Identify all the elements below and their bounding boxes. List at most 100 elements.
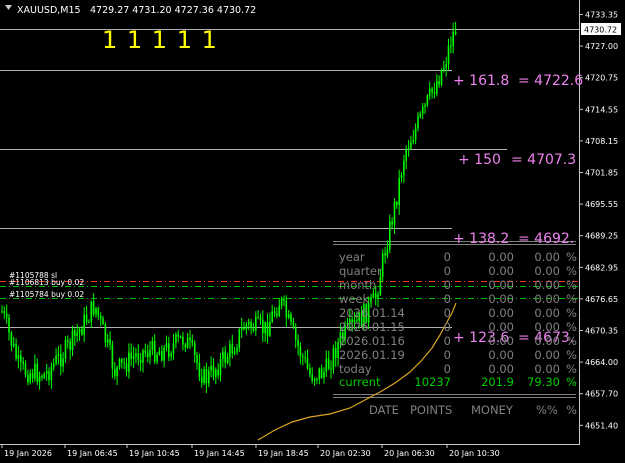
- candle-body: [393, 202, 396, 225]
- candle-body: [283, 298, 285, 301]
- candle-body: [452, 31, 454, 46]
- candle-body: [259, 317, 262, 320]
- candle-body: [191, 340, 194, 344]
- stats-row-count: 0: [444, 334, 451, 348]
- stats-row-count: 0: [444, 362, 451, 376]
- fib-value-150: = 4707.3: [511, 152, 576, 168]
- candle-body: [320, 368, 323, 378]
- candle-body: [377, 294, 379, 299]
- candle-body: [447, 45, 450, 65]
- candle-body: [43, 373, 46, 378]
- time-tick-label: 19 Jan 2026: [4, 449, 52, 458]
- price-tick-label: 4701.85: [585, 169, 618, 178]
- candle-body: [203, 369, 205, 383]
- stats-row-points: 0.00: [488, 250, 514, 264]
- candle-body: [114, 368, 116, 377]
- candle-body: [62, 358, 64, 367]
- candle-body: [436, 81, 438, 94]
- order-label-buy-2[interactable]: #1105784 buy 0.02: [9, 290, 84, 299]
- candle-body: [438, 81, 440, 85]
- order-label-buy-1[interactable]: #1106813 buy 0.02: [9, 278, 84, 287]
- candle-body: [130, 352, 132, 359]
- candle-body: [424, 104, 426, 107]
- candle-body: [139, 359, 142, 363]
- candle-body: [146, 352, 149, 357]
- candle-body: [149, 350, 151, 357]
- candle-body: [231, 344, 234, 354]
- candle-body: [396, 202, 398, 205]
- candle-body: [170, 353, 172, 357]
- stats-row-pct: 0.00: [534, 306, 560, 320]
- candle-body: [123, 362, 125, 364]
- candle-body: [111, 344, 114, 369]
- stats-row-unit: %: [566, 264, 577, 278]
- indicator-label: 1 1 1 1 1: [102, 26, 218, 54]
- candle-body: [163, 347, 165, 361]
- candle-body: [247, 321, 250, 325]
- candle-body: [193, 343, 196, 355]
- candle-body: [198, 363, 201, 377]
- stats-row-unit: %: [566, 306, 577, 320]
- stats-row-unit: %: [566, 320, 577, 334]
- candle-body: [255, 316, 257, 331]
- candle-body: [271, 311, 273, 322]
- candle-body: [233, 351, 236, 354]
- stats-current-label: current: [339, 375, 381, 389]
- candle-body: [224, 351, 226, 363]
- candle-body: [151, 341, 154, 350]
- candle-body: [92, 301, 95, 315]
- candle-body: [252, 328, 255, 331]
- stats-row-points: 0.00: [488, 306, 514, 320]
- time-tick-label: 20 Jan 10:30: [449, 449, 500, 458]
- candle-body: [433, 92, 436, 94]
- price-tick-label: 4733.35: [585, 11, 618, 20]
- stats-row-count: 0: [444, 306, 451, 320]
- stats-row-points: 0.00: [488, 362, 514, 376]
- candle-body: [304, 357, 306, 359]
- candle-body: [97, 308, 100, 316]
- stats-row-label: today: [339, 362, 372, 376]
- candle-body: [222, 351, 224, 359]
- candle-body: [45, 371, 48, 374]
- candle-body: [250, 321, 252, 328]
- stats-row-unit: %: [566, 362, 577, 376]
- candle-body: [316, 379, 318, 381]
- candle-body: [55, 355, 57, 364]
- stats-row-label: quarter: [339, 264, 382, 278]
- candle-body: [210, 365, 212, 371]
- candle-body: [325, 358, 328, 373]
- current-price-label: 4730.72: [584, 26, 617, 35]
- candle-body: [69, 341, 71, 350]
- time-tick-label: 20 Jan 06:30: [384, 449, 435, 458]
- time-tick-label: 19 Jan 06:45: [67, 449, 118, 458]
- candle-body: [215, 369, 217, 377]
- candle-body: [74, 330, 76, 336]
- stats-row-label: week: [339, 292, 370, 306]
- price-chart[interactable]: XAUUSD,M15 4729.27 4731.20 4727.36 4730.…: [0, 0, 625, 463]
- candle-body: [334, 348, 337, 359]
- candle-body: [398, 178, 400, 205]
- candle-body: [121, 359, 123, 363]
- candle-body: [186, 337, 189, 348]
- candle-body: [229, 344, 231, 358]
- candle-body: [327, 358, 330, 369]
- time-tick-label: 19 Jan 14:45: [194, 449, 245, 458]
- price-tick-label: 4676.65: [585, 295, 618, 304]
- candle-body: [3, 311, 6, 314]
- candle-body: [17, 355, 20, 359]
- stats-footer-date: DATE: [369, 403, 399, 417]
- stats-current-count: 10237: [414, 375, 451, 389]
- candle-body: [379, 276, 382, 295]
- candle-body: [132, 356, 135, 359]
- candle-body: [57, 353, 60, 356]
- stats-row-points: 0.00: [488, 320, 514, 334]
- candle-body: [200, 376, 203, 383]
- candle-body: [179, 336, 182, 338]
- candle-body: [219, 359, 222, 376]
- stats-row-points: 0.00: [488, 278, 514, 292]
- candle-body: [299, 346, 302, 357]
- candle-body: [172, 343, 175, 354]
- candle-body: [175, 334, 177, 343]
- candle-body: [99, 316, 102, 319]
- candle-body: [31, 373, 34, 379]
